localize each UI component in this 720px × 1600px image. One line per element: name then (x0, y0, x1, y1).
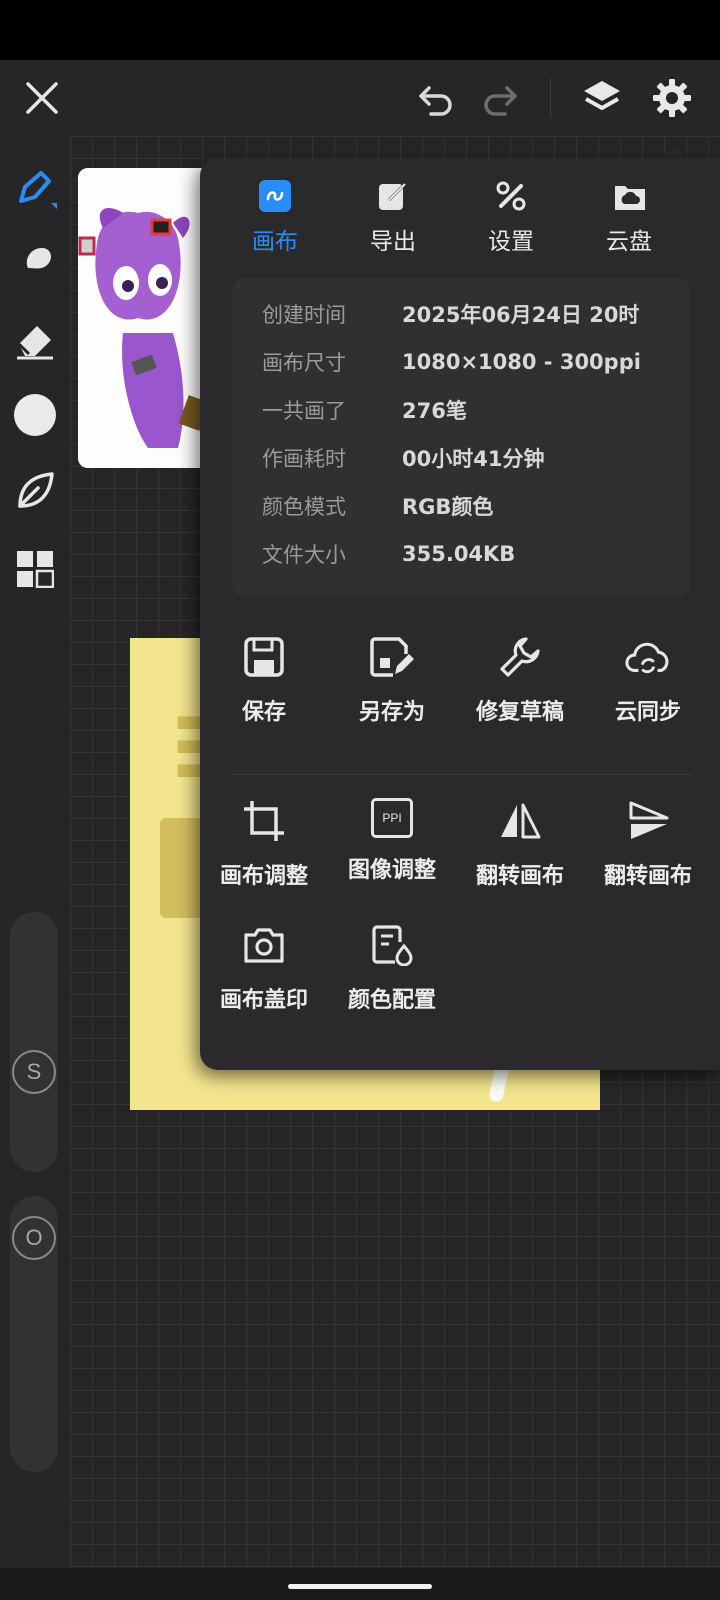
layers-icon[interactable] (578, 74, 626, 122)
repair-draft-button[interactable]: 修复草稿 (456, 634, 584, 744)
camera-icon (241, 922, 287, 968)
status-bar (0, 0, 720, 60)
save-as-icon (369, 634, 415, 680)
color-config-label: 颜色配置 (347, 988, 436, 1013)
grid-icon[interactable] (10, 544, 60, 594)
info-value: 2025年06月24日 20时 (402, 303, 640, 327)
info-key: 画布尺寸 (262, 351, 346, 375)
tab-canvas[interactable]: 画布 (220, 180, 330, 260)
color-profile-icon (369, 922, 415, 968)
info-value: 276笔 (402, 399, 467, 423)
info-value: 1080×1080 - 300ppi (402, 350, 641, 374)
home-indicator[interactable] (288, 1584, 432, 1589)
gear-icon[interactable] (648, 74, 696, 122)
tab-settings[interactable]: 设置 (456, 180, 566, 260)
image-adjust-label: 图像调整 (347, 858, 436, 883)
info-row-strokes: 一共画了 276笔 (262, 390, 467, 430)
color-circle-icon[interactable] (10, 390, 60, 440)
info-row-file-size: 文件大小 355.04KB (262, 534, 515, 574)
info-key: 创建时间 (262, 303, 346, 327)
info-key: 文件大小 (262, 543, 346, 567)
info-row-duration: 作画耗时 00小时41分钟 (262, 438, 544, 478)
wrench-icon (497, 634, 543, 680)
info-row-created: 创建时间 2025年06月24日 20时 (262, 294, 639, 334)
flip-vertical-label: 翻转画布 (603, 864, 692, 889)
info-key: 颜色模式 (262, 495, 346, 519)
flip-vertical-icon (625, 798, 671, 844)
toolbar-divider (550, 78, 551, 118)
save-label: 保存 (241, 700, 286, 725)
cloud-sync-icon (625, 634, 671, 680)
settings-tools-icon (495, 180, 527, 212)
info-value: RGB颜色 (402, 495, 494, 519)
undo-icon[interactable] (412, 76, 460, 124)
canvas-menu-panel: 画布 导出 设置 云盘 创建时间 2025年06月24日 20时 画布尺寸 10… (200, 158, 720, 1070)
info-key: 作画耗时 (262, 447, 346, 471)
brush-size-knob[interactable]: S (12, 1050, 56, 1094)
flip-vertical-button[interactable]: 翻转画布 (584, 798, 712, 908)
tab-export-label: 导出 (370, 229, 416, 255)
tab-canvas-label: 画布 (252, 229, 298, 255)
smudge-icon[interactable] (10, 238, 60, 288)
canvas-icon (259, 180, 291, 212)
cloud-sync-button[interactable]: 云同步 (584, 634, 712, 744)
save-as-label: 另存为 (358, 700, 425, 725)
brush-icon[interactable] (10, 164, 60, 214)
info-value: 00小时41分钟 (402, 447, 545, 471)
tab-settings-label: 设置 (488, 229, 534, 255)
flip-horizontal-label: 翻转画布 (475, 864, 564, 889)
canvas-stamp-button[interactable]: 画布盖印 (200, 922, 328, 1032)
panel-divider (230, 774, 692, 775)
flip-horizontal-button[interactable]: 翻转画布 (456, 798, 584, 908)
brush-size-slider[interactable] (10, 912, 58, 1172)
flip-horizontal-icon (497, 798, 543, 844)
info-row-size: 画布尺寸 1080×1080 - 300ppi (262, 342, 641, 382)
panel-pointer (662, 146, 686, 158)
export-icon (377, 180, 409, 212)
info-key: 一共画了 (262, 399, 346, 423)
eraser-icon[interactable] (10, 314, 60, 364)
tab-cloud-disk-label: 云盘 (606, 229, 652, 255)
info-row-color-mode: 颜色模式 RGB颜色 (262, 486, 493, 526)
leaf-icon[interactable] (10, 466, 60, 516)
repair-draft-label: 修复草稿 (475, 700, 564, 725)
tab-export[interactable]: 导出 (338, 180, 448, 260)
ppi-icon: PPI (371, 798, 413, 838)
canvas-adjust-label: 画布调整 (219, 864, 308, 889)
save-button[interactable]: 保存 (200, 634, 328, 744)
cloud-sync-label: 云同步 (614, 700, 681, 725)
cloud-disk-icon (613, 180, 645, 212)
image-adjust-button[interactable]: PPI 图像调整 (328, 798, 456, 908)
crop-icon (241, 798, 287, 844)
save-as-button[interactable]: 另存为 (328, 634, 456, 744)
save-icon (241, 634, 287, 680)
canvas-stamp-label: 画布盖印 (219, 988, 308, 1013)
canvas-adjust-button[interactable]: 画布调整 (200, 798, 328, 908)
ppi-badge: PPI (382, 811, 402, 825)
tab-cloud-disk[interactable]: 云盘 (574, 180, 684, 260)
info-value: 355.04KB (402, 542, 516, 566)
close-icon[interactable] (18, 74, 66, 122)
opacity-knob[interactable]: O (12, 1216, 56, 1260)
redo-icon[interactable] (476, 76, 524, 124)
canvas-info-card: 创建时间 2025年06月24日 20时 画布尺寸 1080×1080 - 30… (232, 278, 690, 596)
color-config-button[interactable]: 颜色配置 (328, 922, 456, 1032)
